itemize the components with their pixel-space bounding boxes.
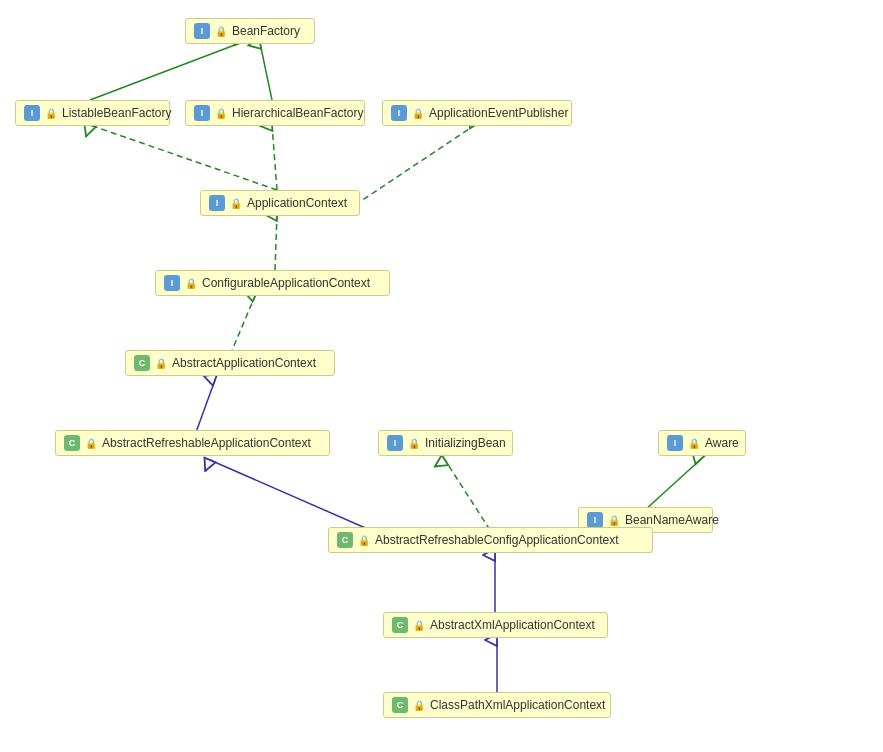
- svg-line-11: [210, 460, 370, 530]
- node-icon: 🔒: [408, 438, 420, 449]
- node-label: ConfigurableApplicationContext: [202, 276, 370, 290]
- badge-class: C: [392, 697, 408, 713]
- node-icon: 🔒: [215, 26, 227, 37]
- svg-line-10: [195, 380, 215, 435]
- node-label: ApplicationContext: [247, 196, 347, 210]
- node-application-context[interactable]: I 🔒 ApplicationContext: [200, 190, 360, 216]
- node-hierarchical-bean-factory[interactable]: I 🔒 HierarchicalBeanFactory: [185, 100, 365, 126]
- node-bean-factory[interactable]: I 🔒 BeanFactory: [185, 18, 315, 44]
- node-label: AbstractXmlApplicationContext: [430, 618, 595, 632]
- node-label: Aware: [705, 436, 739, 450]
- badge-interface: I: [587, 512, 603, 528]
- node-listable-bean-factory[interactable]: I 🔒 ListableBeanFactory: [15, 100, 170, 126]
- node-label: AbstractRefreshableConfigApplicationCont…: [375, 533, 618, 547]
- node-icon: 🔒: [185, 278, 197, 289]
- svg-line-6: [272, 125, 277, 190]
- node-abstract-xml-application-context[interactable]: C 🔒 AbstractXmlApplicationContext: [383, 612, 608, 638]
- diagram-container: I 🔒 BeanFactory I 🔒 ListableBeanFactory …: [0, 0, 883, 752]
- node-label: ListableBeanFactory: [62, 106, 171, 120]
- node-label: AbstractApplicationContext: [172, 356, 316, 370]
- node-label: ApplicationEventPublisher: [429, 106, 568, 120]
- node-class-path-xml-application-context[interactable]: C 🔒 ClassPathXmlApplicationContext: [383, 692, 611, 718]
- node-label: HierarchicalBeanFactory: [232, 106, 363, 120]
- node-label: AbstractRefreshableApplicationContext: [102, 436, 311, 450]
- svg-line-8: [275, 215, 277, 270]
- badge-interface: I: [194, 23, 210, 39]
- badge-class: C: [64, 435, 80, 451]
- node-application-event-publisher[interactable]: I 🔒 ApplicationEventPublisher: [382, 100, 572, 126]
- node-icon: 🔒: [85, 438, 97, 449]
- node-icon: 🔒: [45, 108, 57, 119]
- node-aware[interactable]: I 🔒 Aware: [658, 430, 746, 456]
- node-configurable-application-context[interactable]: I 🔒 ConfigurableApplicationContext: [155, 270, 390, 296]
- node-abstract-refreshable-application-context[interactable]: C 🔒 AbstractRefreshableApplicationContex…: [55, 430, 330, 456]
- badge-interface: I: [209, 195, 225, 211]
- svg-line-4: [260, 43, 272, 100]
- svg-line-9: [230, 296, 255, 355]
- node-label: InitializingBean: [425, 436, 506, 450]
- svg-line-3: [90, 43, 240, 100]
- node-label: ClassPathXmlApplicationContext: [430, 698, 605, 712]
- node-label: BeanFactory: [232, 24, 300, 38]
- node-icon: 🔒: [688, 438, 700, 449]
- node-initializing-bean[interactable]: I 🔒 InitializingBean: [378, 430, 513, 456]
- svg-line-7: [355, 125, 475, 205]
- badge-interface: I: [194, 105, 210, 121]
- badge-interface: I: [391, 105, 407, 121]
- node-icon: 🔒: [413, 700, 425, 711]
- node-icon: 🔒: [155, 358, 167, 369]
- node-icon: 🔒: [608, 515, 620, 526]
- svg-line-12: [445, 460, 490, 530]
- node-abstract-application-context[interactable]: C 🔒 AbstractApplicationContext: [125, 350, 335, 376]
- node-icon: 🔒: [413, 620, 425, 631]
- node-icon: 🔒: [215, 108, 227, 119]
- badge-interface: I: [387, 435, 403, 451]
- badge-class: C: [337, 532, 353, 548]
- badge-class: C: [134, 355, 150, 371]
- node-icon: 🔒: [230, 198, 242, 209]
- badge-interface: I: [24, 105, 40, 121]
- badge-interface: I: [164, 275, 180, 291]
- node-icon: 🔒: [412, 108, 424, 119]
- svg-line-5: [90, 125, 277, 190]
- node-icon: 🔒: [358, 535, 370, 546]
- badge-class: C: [392, 617, 408, 633]
- svg-line-14: [645, 460, 700, 510]
- node-abstract-refreshable-config-application-context[interactable]: C 🔒 AbstractRefreshableConfigApplication…: [328, 527, 653, 553]
- badge-interface: I: [667, 435, 683, 451]
- node-label: BeanNameAware: [625, 513, 719, 527]
